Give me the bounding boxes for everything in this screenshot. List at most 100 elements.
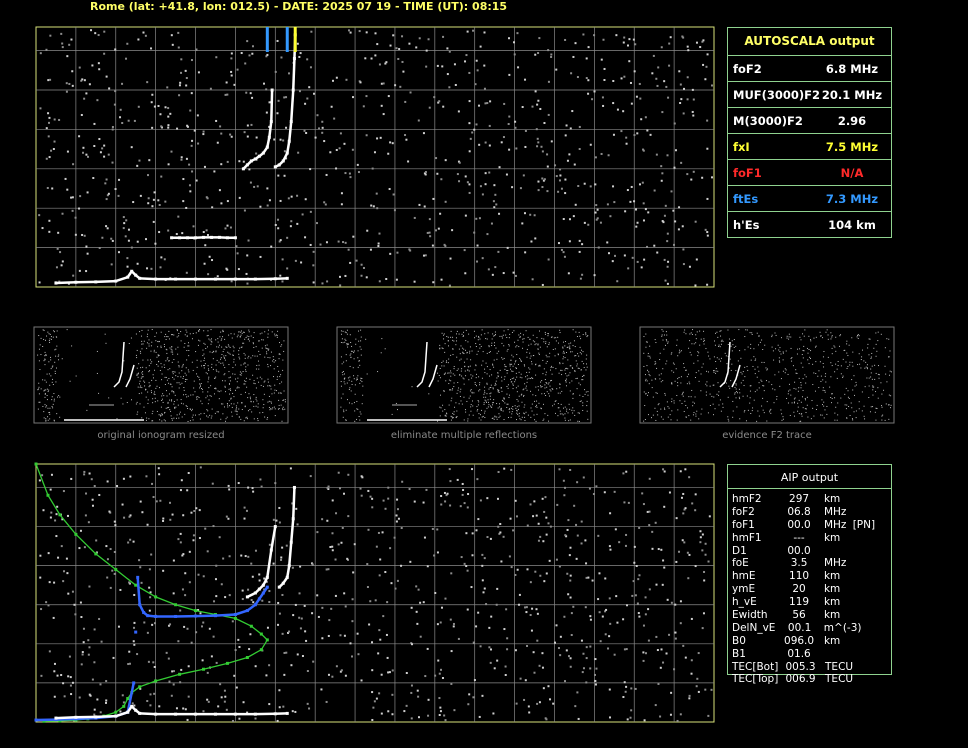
noise-dot bbox=[477, 518, 480, 521]
thumbnail-noise-dot bbox=[569, 408, 571, 410]
noise-dot bbox=[68, 82, 71, 85]
thumbnail-noise-dot bbox=[688, 373, 690, 375]
thumbnail-noise-dot bbox=[714, 340, 716, 342]
thumbnail-noise-dot bbox=[751, 332, 753, 334]
thumbnail-noise-dot bbox=[343, 411, 345, 413]
thumbnail-noise-dot bbox=[167, 402, 169, 404]
thumbnail-noise-dot bbox=[208, 369, 210, 371]
thumbnail-noise-dot bbox=[478, 376, 480, 378]
thumbnail-noise-dot bbox=[846, 340, 848, 342]
noise-dot bbox=[470, 586, 473, 589]
thumbnail-noise-dot bbox=[807, 416, 809, 418]
thumbnail-noise-dot bbox=[192, 394, 194, 396]
noise-dot bbox=[220, 132, 223, 135]
thumbnail-noise-dot bbox=[350, 353, 352, 355]
noise-dot bbox=[152, 220, 155, 223]
thumbnail-noise-dot bbox=[831, 402, 833, 404]
thumbnail-noise-dot bbox=[822, 387, 824, 389]
noise-dot bbox=[446, 492, 449, 495]
noise-dot bbox=[518, 603, 521, 606]
noise-dot bbox=[564, 178, 567, 181]
thumbnail-noise-dot bbox=[396, 409, 398, 411]
trace-segment bbox=[115, 275, 129, 283]
thumbnail-noise-dot bbox=[253, 405, 255, 407]
autoscala-row: M(3000)F2 2.96 bbox=[728, 107, 891, 133]
thumbnail-noise-dot bbox=[530, 390, 532, 392]
thumbnail-noise-dot bbox=[659, 378, 661, 380]
data-point bbox=[257, 587, 261, 591]
thumbnail-noise-dot bbox=[183, 346, 185, 348]
noise-dot bbox=[699, 541, 702, 544]
noise-dot bbox=[327, 485, 330, 488]
thumbnail-noise-dot bbox=[161, 395, 163, 397]
noise-dot bbox=[128, 581, 131, 584]
thumbnail-noise-dot bbox=[549, 352, 551, 354]
noise-dot bbox=[66, 188, 69, 191]
noise-dot bbox=[612, 185, 615, 188]
thumbnail-noise-dot bbox=[222, 329, 224, 331]
noise-dot bbox=[186, 718, 189, 721]
noise-dot bbox=[675, 517, 678, 520]
aip-row: B0 096.0 km bbox=[728, 635, 891, 648]
noise-dot bbox=[382, 499, 385, 502]
noise-dot bbox=[147, 202, 150, 205]
thumbnail-noise-dot bbox=[881, 419, 883, 421]
noise-dot bbox=[528, 711, 531, 714]
thumbnail-noise-dot bbox=[576, 335, 578, 337]
thumbnail-noise-dot bbox=[177, 376, 179, 378]
thumbnail-noise-dot bbox=[693, 412, 695, 414]
noise-dot bbox=[589, 667, 592, 670]
thumbnail-noise-dot bbox=[452, 354, 454, 356]
thumbnail-noise-dot bbox=[461, 347, 463, 349]
thumbnail-noise-dot bbox=[493, 359, 495, 361]
thumbnail-noise-dot bbox=[48, 333, 50, 335]
noise-dot bbox=[633, 70, 636, 73]
noise-dot bbox=[185, 206, 188, 209]
noise-dot bbox=[228, 488, 231, 491]
thumbnail-noise-dot bbox=[167, 407, 169, 409]
thumbnail-noise-dot bbox=[505, 366, 507, 368]
noise-dot bbox=[362, 266, 365, 269]
thumbnail-noise-dot bbox=[848, 344, 850, 346]
noise-dot bbox=[377, 531, 380, 534]
thumbnail-noise-dot bbox=[257, 360, 259, 362]
noise-dot bbox=[490, 615, 493, 618]
thumbnail-noise-dot bbox=[507, 348, 509, 350]
noise-dot bbox=[234, 649, 237, 652]
thumbnail-noise-dot bbox=[526, 348, 528, 350]
thumbnail-noise-dot bbox=[171, 346, 173, 348]
thumbnail-noise-dot bbox=[790, 336, 792, 338]
noise-dot bbox=[702, 612, 705, 615]
thumbnail-noise-dot bbox=[155, 340, 157, 342]
data-point bbox=[170, 236, 174, 240]
thumbnail-noise-dot bbox=[846, 352, 848, 354]
thumbnail-noise-dot bbox=[206, 415, 208, 417]
thumbnail-noise-dot bbox=[489, 369, 491, 371]
thumbnail-noise-dot bbox=[815, 345, 817, 347]
thumbnail-noise-dot bbox=[444, 372, 446, 374]
thumbnail-noise-dot bbox=[790, 347, 792, 349]
noise-dot bbox=[341, 526, 344, 529]
noise-dot bbox=[93, 122, 96, 125]
noise-dot bbox=[589, 645, 592, 648]
thumbnail-noise-dot bbox=[511, 378, 513, 380]
thumbnail-noise-dot bbox=[157, 346, 159, 348]
thumbnail-noise-dot bbox=[548, 356, 550, 358]
thumbnail-noise-dot bbox=[255, 346, 257, 348]
noise-dot bbox=[304, 236, 307, 239]
thumbnail-noise-dot bbox=[489, 393, 491, 395]
autoscala-value: 7.5 MHz bbox=[825, 139, 879, 154]
thumbnail-noise-dot bbox=[345, 332, 347, 334]
thumbnail-noise-dot bbox=[514, 363, 516, 365]
noise-dot bbox=[627, 501, 630, 504]
noise-dot bbox=[609, 548, 612, 551]
thumbnail-noise-dot bbox=[452, 348, 454, 350]
thumbnail-noise-dot bbox=[743, 385, 745, 387]
noise-dot bbox=[214, 578, 217, 581]
thumbnail-noise-dot bbox=[170, 383, 172, 385]
thumbnail-noise-dot bbox=[801, 354, 803, 356]
noise-dot bbox=[612, 79, 615, 82]
thumbnail-noise-dot bbox=[888, 374, 890, 376]
data-point bbox=[265, 638, 269, 642]
thumbnail-noise-dot bbox=[175, 406, 177, 408]
